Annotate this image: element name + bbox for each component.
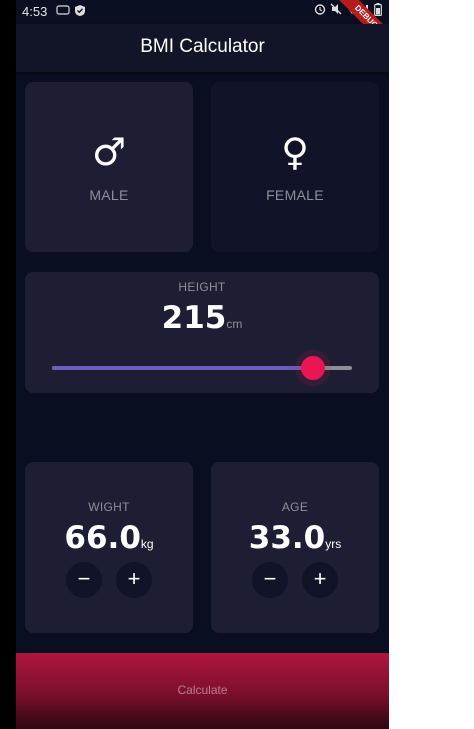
- age-increment-button[interactable]: +: [302, 562, 338, 598]
- female-label: FEMALE: [266, 187, 324, 203]
- mute-icon: [330, 3, 342, 18]
- app-title: BMI Calculator: [140, 36, 265, 57]
- male-label: MALE: [89, 187, 129, 203]
- weight-decrement-button[interactable]: −: [66, 562, 102, 598]
- calculate-button[interactable]: Calculate: [16, 653, 389, 729]
- age-card: AGE 33.0yrs − +: [211, 462, 379, 633]
- status-time: 4:53: [22, 4, 48, 19]
- age-label: AGE: [281, 500, 309, 514]
- height-slider-thumb[interactable]: [301, 356, 325, 380]
- weight-increment-button[interactable]: +: [116, 562, 152, 598]
- height-value: 215: [161, 300, 227, 336]
- status-bar: 4:53 DEBUG: [16, 0, 389, 54]
- weight-value-row: 66.0kg: [25, 520, 193, 556]
- weight-card: WIGHT 66.0kg − +: [25, 462, 193, 633]
- male-card[interactable]: ♂ MALE: [25, 82, 193, 252]
- height-value-row: 215cm: [25, 300, 379, 336]
- female-card[interactable]: ♀ FEMALE: [211, 82, 379, 252]
- height-card: HEIGHT 215cm: [25, 272, 379, 393]
- notification-icon: [56, 4, 70, 19]
- age-value-row: 33.0yrs: [211, 520, 379, 556]
- age-decrement-button[interactable]: −: [252, 562, 288, 598]
- female-symbol-icon: ♀: [281, 130, 309, 174]
- age-unit: yrs: [325, 537, 342, 551]
- phone-screen: 4:53 DEBUG BMI Calculator ♂ MALE ♀ FEMAL…: [16, 0, 389, 729]
- height-slider-active-track: [52, 366, 313, 370]
- male-symbol-icon: ♂: [91, 130, 127, 174]
- height-label: HEIGHT: [178, 280, 226, 294]
- weight-unit: kg: [140, 537, 154, 551]
- calculate-label: Calculate: [177, 683, 228, 697]
- weight-value: 66.0: [64, 520, 141, 556]
- shield-check-icon: [74, 4, 86, 20]
- weight-label: WIGHT: [88, 500, 130, 514]
- right-white-margin: [389, 0, 474, 729]
- left-black-margin: [0, 0, 16, 729]
- height-unit: cm: [226, 317, 243, 331]
- age-value: 33.0: [248, 520, 326, 556]
- app-bar: BMI Calculator: [16, 24, 389, 72]
- alarm-icon: [314, 3, 326, 18]
